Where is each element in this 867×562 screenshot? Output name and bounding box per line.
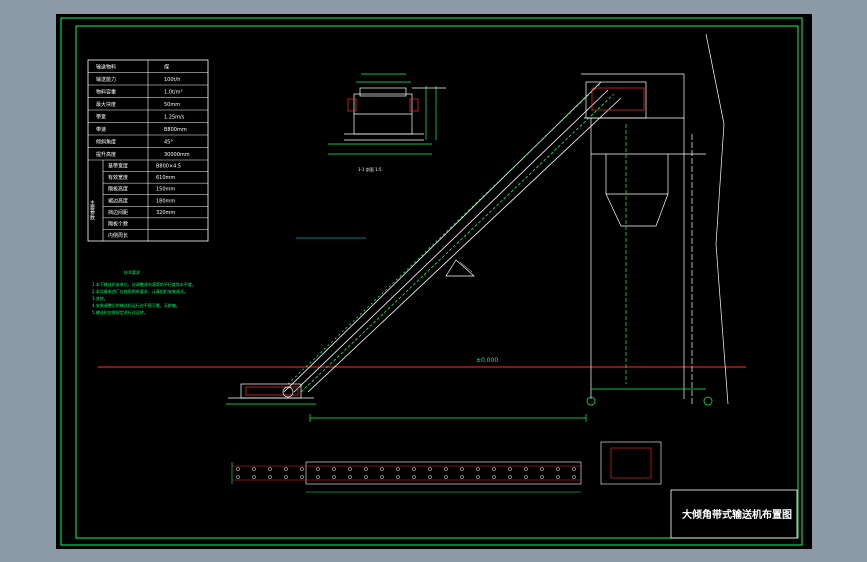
note-1: 1.本下输送机安装后，应调整改向滚筒的平行度和水平度。	[92, 281, 196, 287]
spec-value: 1.0t/m³	[164, 90, 182, 96]
bolt-hole	[316, 475, 320, 479]
tail-section	[226, 383, 587, 422]
note-4: 4.安装调整后的输送机运行应平稳可靠，无跑偏。	[92, 302, 180, 308]
bolt-hole	[412, 475, 416, 479]
bolt-hole	[268, 475, 272, 479]
bolt-hole	[252, 475, 256, 479]
bolt-hole	[380, 467, 384, 471]
bolt-hole	[476, 467, 480, 471]
spec-group-label-row: 隔板个数	[108, 220, 128, 227]
spec-label: 输送能力	[96, 76, 116, 83]
inclined-conveyor	[283, 81, 622, 393]
bolt-hole	[572, 467, 576, 471]
bolt-hole	[284, 467, 288, 471]
spec-value: 45°	[164, 140, 173, 146]
spec-group-value: 610mm	[156, 175, 175, 181]
bolt-hole	[524, 467, 528, 471]
drawing-title: 大倾角带式输送机布置图	[682, 508, 792, 521]
bolt-hole	[492, 467, 496, 471]
elevation-label: ±0.000	[476, 357, 498, 364]
note-5: 5.输送机应按规定进行试运转。	[92, 309, 148, 315]
technical-notes: 技术要求 1.本下输送机安装后，应调整改向滚筒的平行度和水平度。 2.本设备制造…	[92, 269, 196, 315]
bolt-hole	[460, 467, 464, 471]
note-3: 3.其他。	[92, 295, 108, 301]
spec-label: 最大块度	[96, 101, 116, 108]
bolt-hole	[268, 467, 272, 471]
bolt-hole	[444, 467, 448, 471]
spec-label: 提升高度	[96, 151, 116, 158]
spec-label: 倾斜角度	[96, 139, 116, 146]
spec-group-label-row: 基带宽度	[108, 163, 128, 170]
spec-group-value: B800×4.5	[156, 164, 181, 170]
spec-value: 30000mm	[164, 152, 190, 158]
bolt-hole	[284, 475, 288, 479]
spec-label: 带宽	[96, 114, 106, 121]
spec-group-label-row: 挡边间距	[108, 209, 128, 216]
spec-group-value: 180mm	[156, 198, 175, 204]
bolt-hole	[348, 475, 352, 479]
bolt-hole	[364, 475, 368, 479]
bolt-hole	[524, 475, 528, 479]
spec-group-label: 主要参数	[89, 199, 95, 221]
plan-view	[231, 441, 662, 493]
spec-label: 带速	[96, 127, 106, 133]
bolt-hole	[252, 467, 256, 471]
spec-group-label-row: 有效宽度	[108, 174, 128, 181]
bolt-hole	[300, 467, 304, 471]
spec-value: 50mm	[164, 102, 180, 108]
bolt-hole	[316, 467, 320, 471]
belt-cross-section	[328, 73, 446, 155]
bolt-hole	[508, 475, 512, 479]
bolt-hole	[332, 467, 336, 471]
bolt-hole	[540, 467, 544, 471]
bolt-hole	[364, 467, 368, 471]
notes-heading: 技术要求	[124, 269, 140, 275]
spec-label: 物料容重	[96, 89, 116, 96]
spec-table: 输送物料 煤输送能力 100t/h 物料容重 1.0t/m³ 最大块度 50mm 带宽 1.25…	[87, 59, 209, 242]
bolt-hole	[508, 467, 512, 471]
bolt-hole	[556, 467, 560, 471]
bolt-hole	[412, 467, 416, 471]
bolt-hole	[476, 475, 480, 479]
bolt-hole	[572, 475, 576, 479]
spec-label: 输送物料	[96, 64, 116, 71]
cad-drawing: 输送物料 煤输送能力 100t/h 物料容重 1.0t/m³ 最大块度 50mm 带宽 1.25…	[60, 17, 803, 546]
spec-group-value: 150mm	[156, 187, 175, 193]
bolt-hole	[492, 475, 496, 479]
bolt-hole	[460, 475, 464, 479]
drawing-sheet: 输送物料 煤输送能力 100t/h 物料容重 1.0t/m³ 最大块度 50mm 带宽 1.25…	[56, 14, 812, 549]
spec-group-value: 320mm	[156, 210, 175, 216]
bolt-hole	[396, 475, 400, 479]
head-section	[581, 33, 729, 406]
note-2: 2.本设备制造厂应按照图纸要求，认真组织安装调试。	[92, 288, 188, 294]
bolt-hole	[236, 467, 240, 471]
bolt-hole	[396, 467, 400, 471]
small-marks	[296, 237, 475, 277]
bolt-hole	[556, 475, 560, 479]
spec-group-label-row: 内侧周长	[108, 232, 128, 239]
section-label: 1-1 剖面 1:5	[358, 166, 382, 172]
bolt-hole	[444, 475, 448, 479]
bolt-hole	[236, 475, 240, 479]
bolt-hole	[428, 475, 432, 479]
bolt-hole	[428, 467, 432, 471]
spec-value: 煤	[164, 64, 169, 71]
spec-group-label-row: 隔板高度	[108, 186, 128, 193]
bolt-hole	[540, 475, 544, 479]
bolt-hole	[348, 467, 352, 471]
bolt-hole	[332, 475, 336, 479]
plan-view-bolts	[236, 467, 576, 479]
spec-value: 100t/h	[164, 77, 180, 83]
spec-value: 1.25m/s	[164, 115, 185, 121]
bolt-hole	[380, 475, 384, 479]
spec-value: B800mm	[164, 127, 187, 133]
spec-group-label-row: 裙边高度	[108, 197, 128, 204]
bolt-hole	[300, 475, 304, 479]
